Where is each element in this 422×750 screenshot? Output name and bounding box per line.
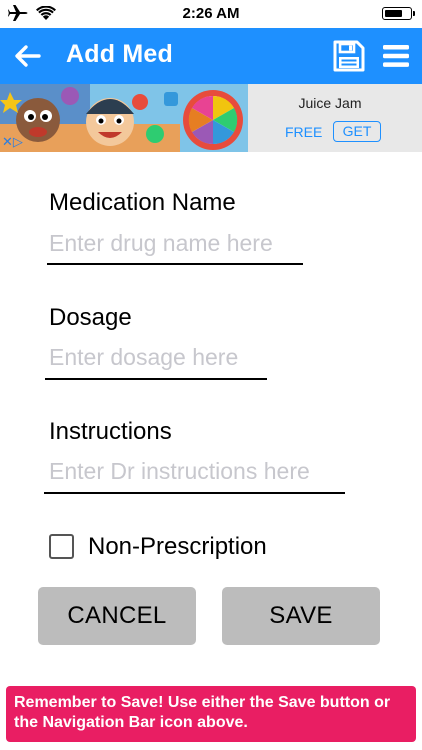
- save-button[interactable]: SAVE: [222, 587, 380, 645]
- menu-icon: [383, 45, 409, 67]
- battery-fill: [385, 10, 402, 17]
- save-nav-button[interactable]: [332, 40, 366, 72]
- non-prescription-label[interactable]: Non-Prescription: [88, 533, 267, 561]
- status-bar: 2:26 AM: [0, 0, 422, 28]
- app-bar: Add Med: [0, 28, 422, 84]
- ad-get-button[interactable]: GET: [333, 121, 381, 142]
- medication-name-underline: [47, 263, 303, 265]
- ad-title: Juice Jam: [298, 95, 362, 111]
- back-arrow-icon: [15, 45, 41, 67]
- instructions-underline: [44, 492, 345, 494]
- dosage-label: Dosage: [49, 304, 132, 331]
- ad-banner[interactable]: ✕▷ Juice Jam FREE GET: [0, 84, 422, 152]
- ad-choices-icon[interactable]: ✕▷: [2, 134, 23, 150]
- dosage-underline: [45, 378, 267, 380]
- battery-icon: [382, 7, 415, 20]
- non-prescription-checkbox[interactable]: [49, 534, 74, 559]
- medication-name-input[interactable]: [49, 228, 303, 258]
- save-icon: [333, 40, 365, 72]
- cancel-button[interactable]: CANCEL: [38, 587, 196, 645]
- menu-button[interactable]: [382, 42, 410, 70]
- ad-free-label: FREE: [285, 124, 323, 140]
- instructions-input[interactable]: [49, 456, 347, 486]
- instructions-label: Instructions: [49, 418, 172, 445]
- medication-name-label: Medication Name: [49, 189, 236, 216]
- page-title: Add Med: [66, 40, 173, 68]
- back-button[interactable]: [10, 38, 46, 74]
- save-reminder-banner: Remember to Save! Use either the Save bu…: [6, 686, 416, 742]
- status-time: 2:26 AM: [182, 5, 240, 22]
- dosage-input[interactable]: [49, 342, 267, 372]
- ad-game-artwork: [0, 84, 248, 152]
